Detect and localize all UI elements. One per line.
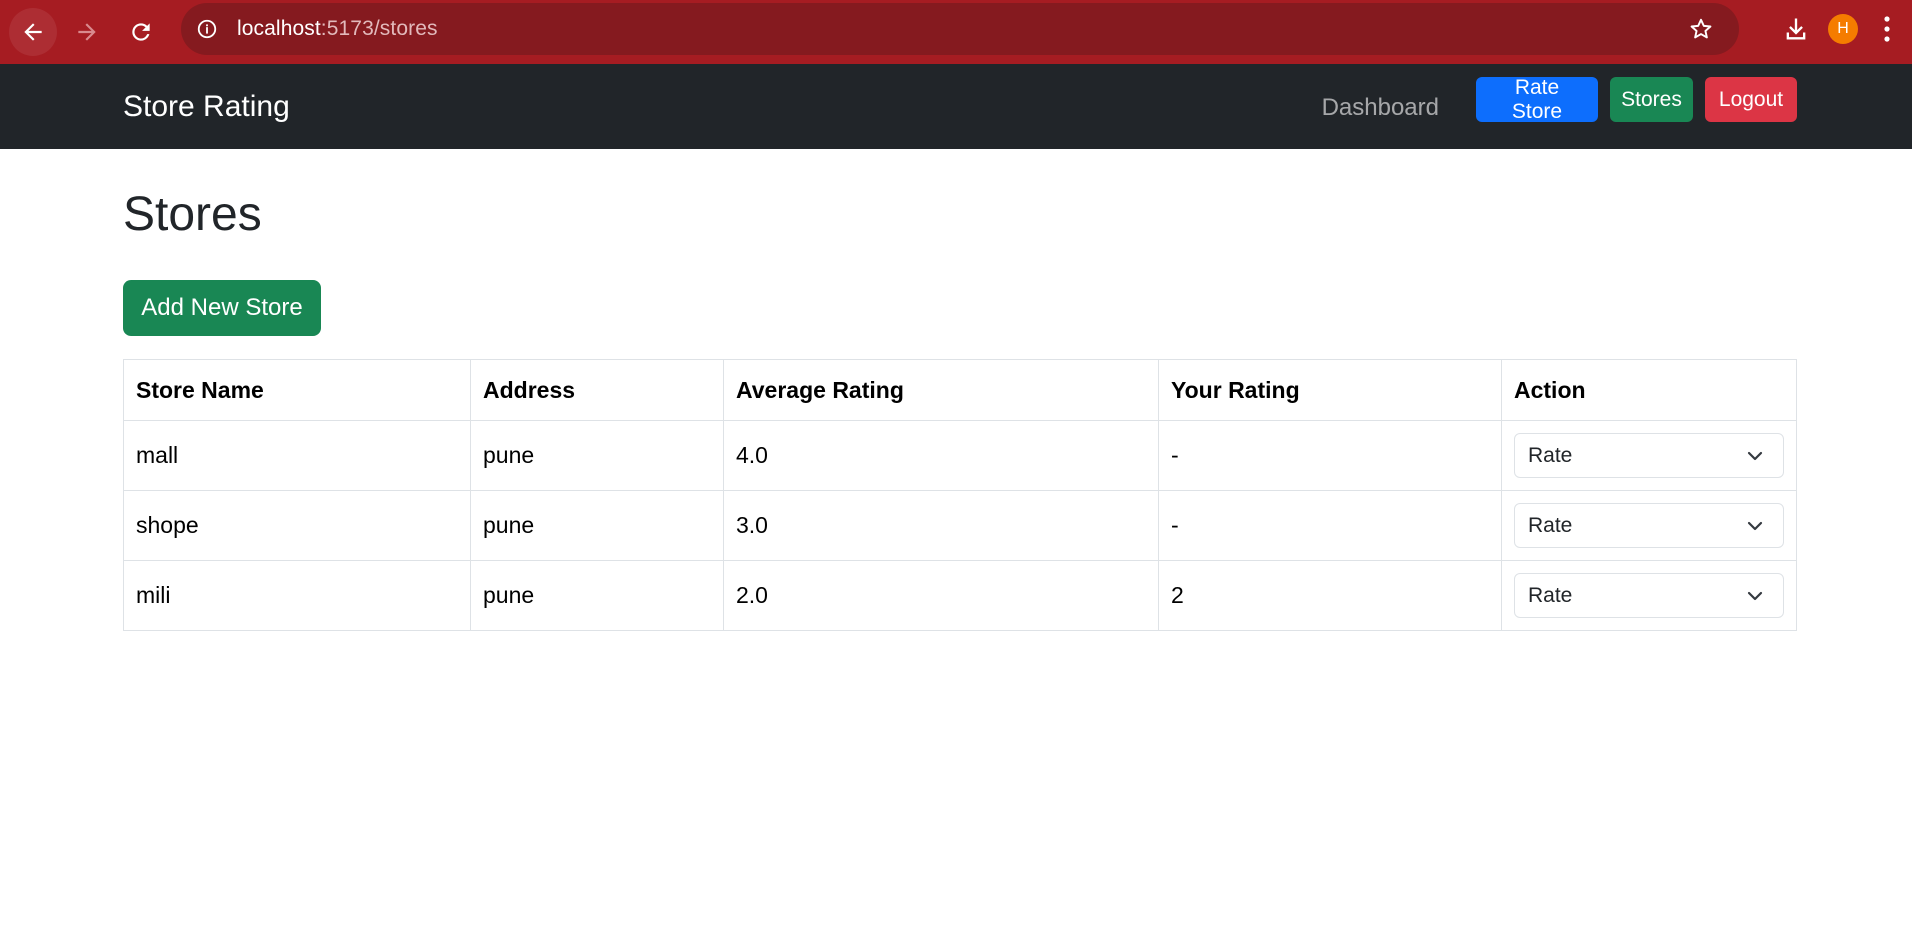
table-row: mall pune 4.0 - Rate	[123, 420, 1797, 491]
table-header-row: Store Name Address Average Rating Your R…	[123, 359, 1797, 421]
rate-select-value: Rate	[1528, 513, 1573, 537]
dashboard-link[interactable]: Dashboard	[1322, 94, 1439, 122]
cell-your-rating: -	[1158, 420, 1502, 491]
bookmark-button[interactable]	[1685, 13, 1717, 45]
browser-toolbar: localhost:5173/stores H	[0, 0, 1912, 64]
chevron-down-icon	[1747, 591, 1763, 601]
cell-address: pune	[470, 420, 724, 491]
info-icon	[197, 19, 217, 39]
cell-your-rating: 2	[1158, 560, 1502, 631]
url-host: localhost	[237, 17, 321, 40]
header-your-rating: Your Rating	[1158, 359, 1502, 421]
back-button[interactable]	[9, 8, 57, 56]
cell-action: Rate	[1501, 490, 1797, 561]
rate-store-button[interactable]: Rate Store	[1476, 76, 1598, 123]
brand-title[interactable]: Store Rating	[123, 90, 290, 124]
chevron-down-icon	[1747, 521, 1763, 531]
address-bar[interactable]: localhost:5173/stores	[181, 3, 1739, 55]
site-info-button[interactable]	[187, 9, 227, 49]
rate-select[interactable]: Rate	[1514, 573, 1784, 618]
downloads-button[interactable]	[1774, 7, 1818, 51]
download-icon	[1786, 18, 1806, 40]
header-store-name: Store Name	[123, 359, 471, 421]
reload-button[interactable]	[117, 8, 165, 56]
add-new-store-button[interactable]: Add New Store	[123, 280, 321, 336]
header-action: Action	[1501, 359, 1797, 421]
cell-address: pune	[470, 490, 724, 561]
stores-table: Store Name Address Average Rating Your R…	[123, 359, 1797, 631]
rate-select-value: Rate	[1528, 583, 1573, 607]
url-text: localhost:5173/stores	[237, 17, 438, 41]
arrow-right-icon	[78, 23, 96, 41]
cell-address: pune	[470, 560, 724, 631]
cell-average-rating: 4.0	[723, 420, 1159, 491]
more-vertical-icon	[1884, 16, 1890, 42]
forward-button[interactable]	[63, 8, 111, 56]
browser-menu-button[interactable]	[1872, 7, 1902, 51]
reload-icon	[132, 23, 150, 41]
header-address: Address	[470, 359, 724, 421]
table-row: mili pune 2.0 2 Rate	[123, 560, 1797, 631]
profile-avatar[interactable]: H	[1828, 14, 1858, 44]
cell-store-name: mall	[123, 420, 471, 491]
stores-button[interactable]: Stores	[1610, 77, 1693, 122]
rate-select[interactable]: Rate	[1514, 433, 1784, 478]
url-path: :5173/stores	[320, 17, 438, 40]
cell-your-rating: -	[1158, 490, 1502, 561]
cell-store-name: mili	[123, 560, 471, 631]
arrow-left-icon	[24, 23, 42, 41]
chevron-down-icon	[1747, 451, 1763, 461]
rate-select[interactable]: Rate	[1514, 503, 1784, 548]
cell-average-rating: 2.0	[723, 560, 1159, 631]
cell-average-rating: 3.0	[723, 490, 1159, 561]
table-row: shope pune 3.0 - Rate	[123, 490, 1797, 561]
page-title: Stores	[123, 188, 262, 241]
cell-action: Rate	[1501, 560, 1797, 631]
star-icon	[1690, 18, 1712, 39]
rate-select-value: Rate	[1528, 443, 1573, 467]
logout-button[interactable]: Logout	[1705, 77, 1797, 122]
navbar-actions: Dashboard Rate Store Stores Logout	[1322, 76, 1797, 123]
cell-store-name: shope	[123, 490, 471, 561]
cell-action: Rate	[1501, 420, 1797, 491]
app-navbar: Store Rating Dashboard Rate Store Stores…	[0, 64, 1912, 149]
header-average-rating: Average Rating	[723, 359, 1159, 421]
